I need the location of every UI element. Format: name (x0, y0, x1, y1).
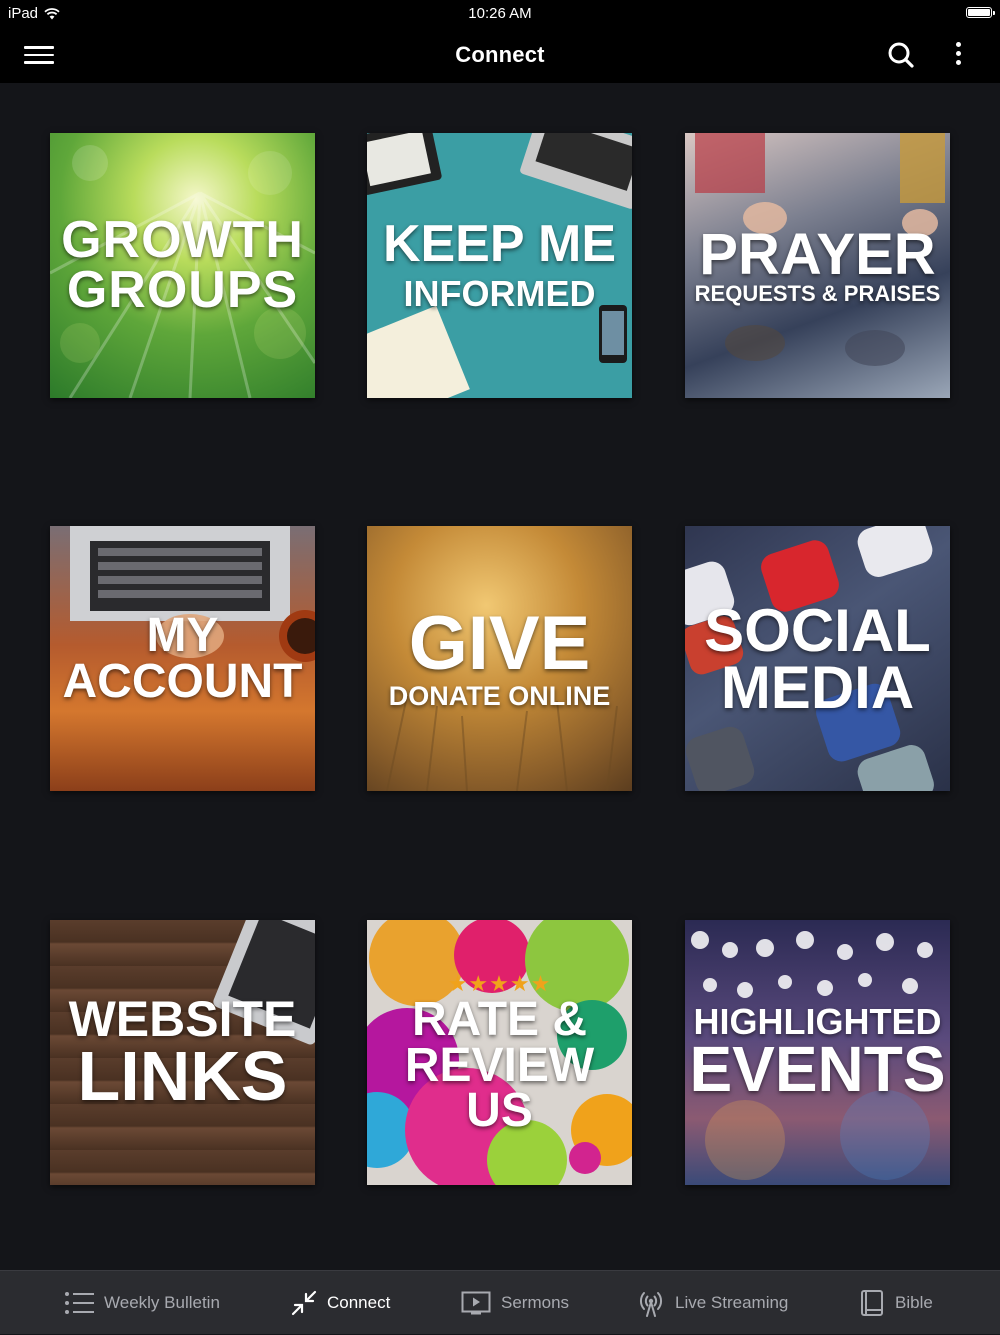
my-account-tile[interactable]: MY ACCOUNT (50, 526, 315, 791)
more-dot-icon (955, 51, 961, 56)
tab-label: Connect (327, 1293, 391, 1312)
battery-icon (966, 7, 992, 18)
tile-title-line: REVIEW (404, 1038, 595, 1092)
list-icon (65, 1292, 94, 1314)
tile-title-line: WEBSITE (68, 990, 297, 1047)
broadcast-icon (640, 1292, 662, 1317)
tab-sermons[interactable]: Sermons (461, 1271, 569, 1335)
play-screen-icon (461, 1291, 491, 1315)
tab-bar: Weekly Bulletin Connect Sermons Live Str… (0, 1270, 1000, 1334)
prayer-requests-tile[interactable]: PRAYER REQUESTS & PRAISES (685, 133, 950, 398)
book-icon (861, 1290, 883, 1316)
tab-label: Sermons (501, 1293, 570, 1312)
tile-title-line: PRAYER (699, 221, 936, 287)
tile-title-line: GROUPS (66, 260, 299, 319)
highlighted-events-tile[interactable]: HIGHLIGHTED EVENTS (685, 920, 950, 1185)
arrows-in-icon (291, 1290, 317, 1316)
tab-live-streaming[interactable]: Live Streaming (637, 1271, 788, 1335)
connect-grid: GROWTH GROUPS KEEP ME INFORMED PRAYER RE… (0, 83, 1000, 1270)
tile-title-line: MY (146, 608, 219, 662)
nav-bar: Connect (0, 28, 1000, 83)
keep-me-informed-tile[interactable]: KEEP ME INFORMED (367, 133, 632, 398)
tile-title-line: INFORMED (403, 273, 596, 315)
status-time: 10:26 AM (468, 5, 532, 22)
tile-subtitle-line: DONATE ONLINE (388, 680, 611, 711)
rate-and-review-tile[interactable]: ★★★★★ RATE & REVIEW US (367, 920, 632, 1185)
tile-title-line: SOCIAL (704, 596, 931, 664)
status-bar: iPad 10:26 AM (0, 0, 1000, 28)
more-options-button[interactable] (946, 38, 970, 72)
tile-title-line: GIVE (408, 600, 591, 686)
search-button[interactable] (884, 38, 918, 72)
tab-label: Bible (895, 1293, 933, 1312)
tile-title-line: RATE & (411, 993, 588, 1047)
tile-title-line: LINKS (77, 1037, 288, 1115)
website-links-tile[interactable]: WEBSITE LINKS (50, 920, 315, 1185)
battery-nub (993, 11, 995, 15)
growth-groups-tile[interactable]: GROWTH GROUPS (50, 133, 315, 398)
tab-bible[interactable]: Bible (859, 1271, 933, 1335)
tab-label: Weekly Bulletin (104, 1293, 220, 1312)
social-media-tile[interactable]: SOCIAL MEDIA (685, 526, 950, 791)
page-title: Connect (455, 42, 545, 67)
give-tile[interactable]: GIVE DONATE ONLINE (367, 526, 632, 791)
tab-connect[interactable]: Connect (291, 1271, 390, 1335)
tile-title-line: MEDIA (720, 653, 915, 721)
tile-title-line: KEEP ME (382, 214, 617, 273)
tile-title-line: ACCOUNT (62, 654, 303, 708)
tab-weekly-bulletin[interactable]: Weekly Bulletin (64, 1271, 220, 1335)
tile-title-line: US (466, 1084, 533, 1138)
search-icon (888, 42, 914, 68)
tile-title-line: EVENTS (689, 1033, 946, 1106)
tile-subtitle-line: REQUESTS & PRAISES (694, 280, 941, 306)
tab-label: Live Streaming (675, 1293, 789, 1312)
more-dot-icon (955, 42, 961, 47)
tile-title-line: GROWTH (61, 211, 304, 270)
more-dot-icon (955, 60, 961, 65)
